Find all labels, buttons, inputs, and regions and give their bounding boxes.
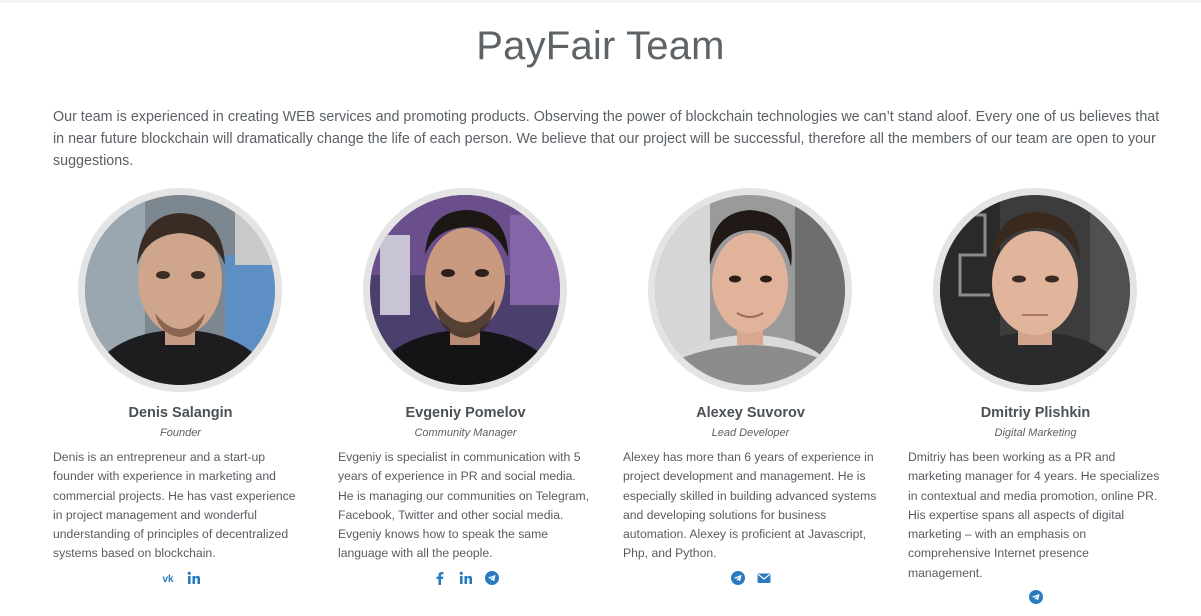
telegram-icon[interactable] <box>484 571 499 585</box>
member-role: Community Manager <box>414 427 517 439</box>
member-role: Founder <box>160 427 201 439</box>
top-divider <box>0 0 1201 3</box>
member-name: Alexey Suvorov <box>696 405 805 421</box>
member-bio: Dmitriy has been working as a PR and mar… <box>908 450 1160 580</box>
vk-icon[interactable]: vk <box>161 571 175 585</box>
member-role: Lead Developer <box>711 427 790 439</box>
telegram-icon[interactable] <box>1028 590 1043 604</box>
member-photo <box>648 188 852 392</box>
social-links <box>623 571 878 585</box>
team-intro: Our team is experienced in creating WEB … <box>53 109 1160 169</box>
email-icon[interactable] <box>757 571 771 585</box>
member-photo <box>78 188 282 392</box>
member-bio: Alexey has more than 6 years of experien… <box>623 450 877 561</box>
member-name: Dmitriy Plishkin <box>980 405 1091 421</box>
social-links: vk <box>53 571 308 585</box>
member-role: Digital Marketing <box>994 427 1077 439</box>
member-bio: Evgeniy is specialist in communication w… <box>338 450 590 561</box>
facebook-icon[interactable] <box>433 571 447 585</box>
member-name: Evgeniy Pomelov <box>405 405 526 421</box>
linkedin-icon[interactable] <box>187 571 201 585</box>
social-links <box>338 571 593 585</box>
member-bio: Denis is an entrepreneur and a start-up … <box>53 450 296 561</box>
member-photo <box>363 188 567 392</box>
member-photo <box>933 188 1137 392</box>
svg-text:vk: vk <box>162 574 174 585</box>
member-name: Denis Salangin <box>128 405 233 421</box>
social-links <box>908 590 1163 604</box>
section-title: PayFair Team <box>476 24 725 68</box>
linkedin-icon[interactable] <box>459 571 473 585</box>
telegram-icon[interactable] <box>730 571 745 585</box>
